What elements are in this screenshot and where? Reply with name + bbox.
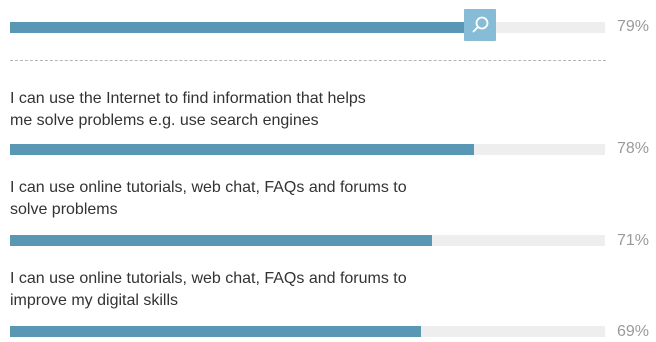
bar-track-3 xyxy=(10,235,605,246)
bar-track-2 xyxy=(10,144,605,155)
dashed-divider xyxy=(10,60,606,61)
bar-2 xyxy=(10,144,474,155)
category-label-4: I can use online tutorials, web chat, FA… xyxy=(10,268,480,312)
bar-row-1: 79% xyxy=(10,9,656,44)
bar-1 xyxy=(10,22,480,33)
bar-row-3: I can use online tutorials, web chat, FA… xyxy=(10,177,656,249)
category-label-2: I can use the Internet to find informati… xyxy=(10,88,480,132)
bar-4 xyxy=(10,326,421,337)
bar-3 xyxy=(10,235,432,246)
category-label-3-line-2: solve problems xyxy=(10,201,118,218)
value-label-4: 69% xyxy=(617,323,650,340)
category-label-2-line-1: I can use the Internet to find informati… xyxy=(10,90,366,107)
category-label-3: I can use online tutorials, web chat, FA… xyxy=(10,177,480,221)
category-label-2-line-2: me solve problems e.g. use search engine… xyxy=(10,112,319,129)
value-label-3: 71% xyxy=(617,232,650,249)
category-label-4-line-1: I can use online tutorials, web chat, FA… xyxy=(10,270,407,287)
value-label-1: 79% xyxy=(617,18,650,35)
category-label-4-line-2: improve my digital skills xyxy=(10,292,179,309)
bar-track-1 xyxy=(10,22,605,33)
search-chip[interactable] xyxy=(464,9,496,41)
value-label-2: 78% xyxy=(617,140,650,157)
bar-track-4 xyxy=(10,326,605,337)
search-icon xyxy=(472,16,489,33)
category-label-3-line-1: I can use online tutorials, web chat, FA… xyxy=(10,179,407,196)
bar-row-2: I can use the Internet to find informati… xyxy=(10,88,656,158)
bar-row-4: I can use online tutorials, web chat, FA… xyxy=(10,268,656,340)
